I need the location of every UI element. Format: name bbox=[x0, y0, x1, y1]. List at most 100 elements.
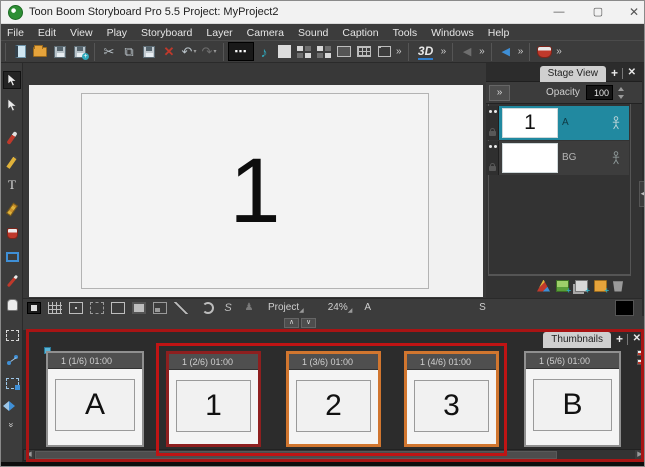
thumbnails-grid-button[interactable] bbox=[274, 42, 294, 61]
duplicate-layer-button[interactable] bbox=[575, 280, 588, 292]
redo-button[interactable]: ↷▾ bbox=[199, 42, 219, 61]
fields-overlay-icon[interactable] bbox=[111, 302, 125, 314]
splitter-down-button[interactable]: ∨ bbox=[301, 318, 316, 328]
menu-item-camera[interactable]: Camera bbox=[247, 27, 284, 39]
panel-thumbnail[interactable]: 3 bbox=[414, 380, 489, 432]
timeline-view-button[interactable] bbox=[354, 42, 374, 61]
rectangle-tool[interactable] bbox=[3, 248, 21, 266]
menu-item-edit[interactable]: Edit bbox=[38, 27, 56, 39]
export-view-button[interactable] bbox=[374, 42, 394, 61]
drawing-area[interactable]: 1 bbox=[29, 85, 483, 297]
menu-item-storyboard[interactable]: Storyboard bbox=[141, 27, 192, 39]
current-frame-icon[interactable] bbox=[132, 302, 146, 314]
add-vector-layer-button[interactable] bbox=[537, 280, 550, 292]
overflow-chevron-icon[interactable]: » bbox=[396, 46, 402, 57]
layer-toggles[interactable] bbox=[486, 106, 499, 140]
menu-item-file[interactable]: File bbox=[7, 27, 24, 39]
menu-item-layer[interactable]: Layer bbox=[206, 27, 232, 39]
storyboard-panel-4-selected[interactable]: 1 (4/6) 01:00 3 bbox=[404, 351, 499, 447]
panel-thumbnail[interactable]: B bbox=[533, 379, 612, 431]
delete-layer-button[interactable] bbox=[613, 280, 623, 292]
minimize-button[interactable]: — bbox=[544, 1, 574, 23]
group-layer-button[interactable] bbox=[594, 280, 607, 292]
cut-button[interactable]: ✂ bbox=[99, 42, 119, 61]
save-all-button[interactable]: + bbox=[70, 42, 90, 61]
eraser-tool[interactable] bbox=[3, 200, 21, 218]
puppet-icon[interactable] bbox=[611, 151, 621, 170]
layer-row-a[interactable]: 1 A bbox=[486, 106, 629, 140]
tab-thumbnails[interactable]: Thumbnails bbox=[543, 332, 611, 348]
menu-item-help[interactable]: Help bbox=[488, 27, 510, 39]
save-button[interactable] bbox=[50, 42, 70, 61]
opacity-spinner[interactable] bbox=[617, 87, 625, 99]
eye-icon[interactable] bbox=[489, 145, 492, 148]
add-bitmap-layer-button[interactable] bbox=[556, 280, 569, 292]
flip-tool[interactable] bbox=[3, 397, 21, 415]
layer-row-bg[interactable]: BG bbox=[486, 141, 629, 175]
collapse-panel-button[interactable]: ◀ bbox=[639, 181, 645, 207]
hand-tool[interactable] bbox=[3, 296, 21, 314]
add-view-button[interactable]: + bbox=[616, 332, 623, 346]
expand-panel-button[interactable]: » bbox=[489, 85, 510, 101]
overflow-chevron-icon[interactable]: » bbox=[556, 46, 562, 57]
panel-header[interactable]: 1 (5/6) 01:00 bbox=[526, 353, 619, 369]
panel-thumbnail[interactable]: A bbox=[55, 379, 135, 431]
zoom-line-icon[interactable] bbox=[174, 302, 188, 314]
grid-toggle-icon[interactable] bbox=[48, 302, 62, 314]
panel-header[interactable]: 1 (2/6) 01:00 bbox=[169, 354, 258, 370]
overflow-chevron-icon[interactable]: » bbox=[518, 46, 524, 57]
add-view-button[interactable]: + bbox=[611, 66, 618, 80]
stylus-tool[interactable] bbox=[3, 272, 21, 290]
playback-button[interactable]: ◀ bbox=[496, 42, 516, 61]
menu-item-caption[interactable]: Caption bbox=[342, 27, 378, 39]
scroll-right-button[interactable]: ▶ bbox=[635, 450, 645, 460]
copy-button[interactable]: ⧉ bbox=[119, 42, 139, 61]
text-tool[interactable]: T bbox=[3, 176, 21, 194]
panel-header[interactable]: 1 (3/6) 01:00 bbox=[289, 354, 378, 370]
tab-stage-view[interactable]: Stage View bbox=[540, 66, 606, 82]
menu-item-view[interactable]: View bbox=[70, 27, 93, 39]
close-button[interactable]: ✕ bbox=[619, 1, 645, 23]
panel-header[interactable]: 1 (4/6) 01:00 bbox=[407, 354, 496, 370]
pencil-tool[interactable] bbox=[3, 153, 21, 171]
camera-mask-icon[interactable] bbox=[90, 302, 104, 314]
current-color-swatch[interactable] bbox=[615, 300, 634, 316]
project-scope-dropdown[interactable]: Project bbox=[268, 302, 299, 313]
delete-button[interactable]: ✕ bbox=[159, 42, 179, 61]
storyboard-panel-3-selected[interactable]: 1 (3/6) 01:00 2 bbox=[286, 351, 381, 447]
mini-view-icon[interactable] bbox=[153, 302, 167, 314]
menu-item-tools[interactable]: Tools bbox=[393, 27, 418, 39]
layer-toggles[interactable] bbox=[486, 141, 499, 175]
marquee-select-tool[interactable] bbox=[3, 326, 21, 344]
layer-thumbnail[interactable]: 1 bbox=[502, 108, 558, 138]
undo-dropdown-icon[interactable]: ▾ bbox=[193, 48, 196, 55]
character-guide-icon[interactable]: ♟ bbox=[242, 302, 256, 314]
panel-thumbnail[interactable]: 1 bbox=[176, 380, 251, 432]
panel-header[interactable]: 1 (1/6) 01:00 bbox=[48, 353, 142, 369]
scrollbar-thumb[interactable] bbox=[35, 451, 557, 459]
opacity-value-field[interactable]: 100 bbox=[586, 85, 613, 100]
two-panel-view-button[interactable] bbox=[294, 42, 314, 61]
open-button[interactable] bbox=[30, 42, 50, 61]
tools-overflow-button[interactable]: » bbox=[3, 420, 21, 430]
panel-view-button[interactable]: ▪▪▪ bbox=[228, 42, 254, 61]
brush-tool[interactable] bbox=[3, 129, 21, 147]
storyboard-panel-5[interactable]: 1 (5/6) 01:00 B bbox=[524, 351, 621, 447]
zoom-level-dropdown[interactable]: 24% bbox=[328, 302, 348, 313]
horizontal-splitter[interactable]: ∧ ∨ bbox=[23, 316, 645, 330]
safe-area-icon[interactable] bbox=[69, 302, 83, 314]
overlay-toggle-icon[interactable] bbox=[27, 302, 41, 314]
new-project-button[interactable] bbox=[10, 42, 30, 61]
puppet-icon[interactable] bbox=[611, 116, 621, 135]
split-view-button[interactable] bbox=[314, 42, 334, 61]
drag-select-tool[interactable] bbox=[3, 374, 21, 392]
storyboard-panel-2-current[interactable]: 1 (2/6) 01:00 1 bbox=[166, 351, 261, 447]
scroll-left-button[interactable]: ◀ bbox=[24, 450, 34, 460]
eye-icon[interactable] bbox=[489, 110, 492, 113]
rotate-view-icon[interactable] bbox=[202, 302, 214, 314]
menu-item-play[interactable]: Play bbox=[107, 27, 127, 39]
overflow-chevron-icon[interactable]: » bbox=[441, 46, 447, 57]
3d-toggle-button[interactable]: 3D bbox=[413, 42, 439, 61]
splitter-up-button[interactable]: ∧ bbox=[284, 318, 299, 328]
close-view-button[interactable]: ✕ bbox=[633, 333, 641, 344]
